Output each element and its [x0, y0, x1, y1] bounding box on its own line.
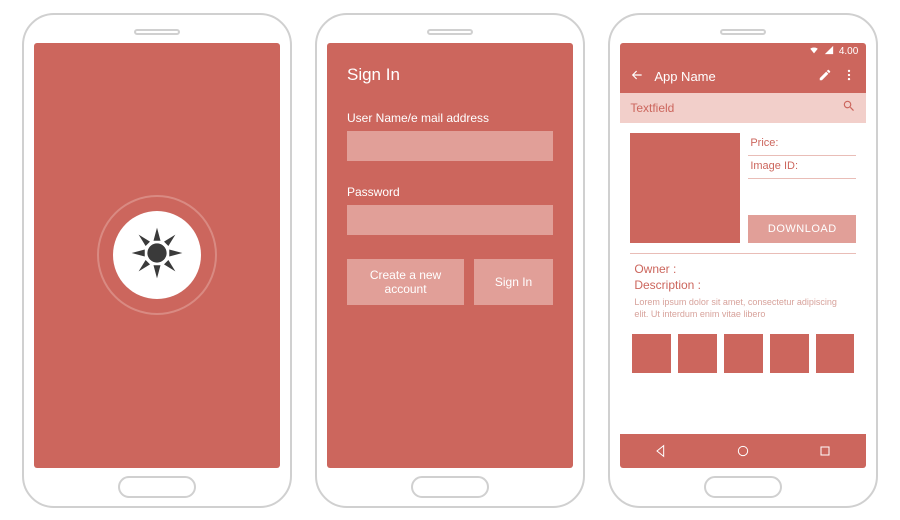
thumbnail-item[interactable]: [632, 334, 671, 373]
phone-frame-detail: 4.00 App Name Price: Image ID:: [608, 13, 878, 508]
search-icon[interactable]: [842, 99, 856, 116]
phone-speaker: [720, 29, 766, 35]
status-bar: 4.00: [620, 43, 866, 61]
thumbnail-item[interactable]: [724, 334, 763, 373]
more-icon[interactable]: [842, 68, 856, 85]
info-section: Owner : Description : Lorem ipsum dolor …: [620, 254, 866, 324]
sun-icon: [129, 225, 185, 286]
nav-home-icon[interactable]: [702, 434, 784, 468]
price-label: Price:: [748, 133, 856, 156]
detail-screen: 4.00 App Name Price: Image ID:: [620, 43, 866, 468]
product-meta: Price: Image ID: DOWNLOAD: [748, 133, 856, 243]
edit-icon[interactable]: [818, 68, 832, 85]
signin-title: Sign In: [347, 65, 553, 85]
app-bar: App Name: [620, 61, 866, 93]
signin-button[interactable]: Sign In: [474, 259, 553, 305]
signin-button-row: Create a new account Sign In: [347, 259, 553, 305]
splash-ring: [97, 195, 217, 315]
splash-screen: [34, 43, 280, 468]
owner-label: Owner :: [634, 262, 852, 276]
status-time: 4.00: [839, 46, 858, 57]
nav-back-icon[interactable]: [620, 434, 702, 468]
nav-recent-icon[interactable]: [784, 434, 866, 468]
image-id-label: Image ID:: [748, 156, 856, 179]
description-text: Lorem ipsum dolor sit amet, consectetur …: [634, 296, 852, 320]
signal-icon: [824, 45, 834, 58]
phone-speaker: [427, 29, 473, 35]
splash-logo-circle: [113, 211, 201, 299]
phone-frame-splash: [22, 13, 292, 508]
password-input[interactable]: [347, 205, 553, 235]
thumbnail-row: [620, 324, 866, 383]
signin-screen: Sign In User Name/e mail address Passwor…: [327, 43, 573, 468]
appbar-title: App Name: [654, 69, 808, 84]
detail-main-row: Price: Image ID: DOWNLOAD: [620, 123, 866, 253]
password-label: Password: [347, 185, 553, 199]
phone-speaker: [134, 29, 180, 35]
username-label: User Name/e mail address: [347, 111, 553, 125]
download-button[interactable]: DOWNLOAD: [748, 215, 856, 243]
bottom-nav: [620, 434, 866, 468]
search-bar: [620, 93, 866, 123]
thumbnail-item[interactable]: [678, 334, 717, 373]
phone-home-button[interactable]: [118, 476, 196, 498]
thumbnail-item[interactable]: [816, 334, 855, 373]
product-image: [630, 133, 740, 243]
description-label: Description :: [634, 278, 852, 292]
back-arrow-icon[interactable]: [630, 68, 644, 85]
phone-home-button[interactable]: [411, 476, 489, 498]
phone-home-button[interactable]: [704, 476, 782, 498]
search-input[interactable]: [630, 101, 842, 115]
username-input[interactable]: [347, 131, 553, 161]
phone-frame-signin: Sign In User Name/e mail address Passwor…: [315, 13, 585, 508]
thumbnail-item[interactable]: [770, 334, 809, 373]
wifi-icon: [809, 45, 819, 58]
create-account-button[interactable]: Create a new account: [347, 259, 464, 305]
